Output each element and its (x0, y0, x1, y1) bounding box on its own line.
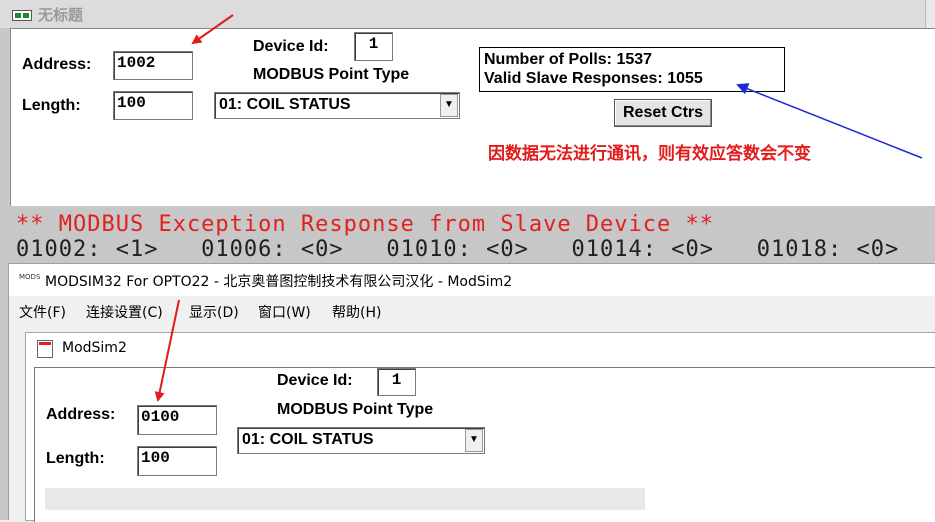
modsim-window: MODSIM MODSIM32 For OPTO22 - 北京奥普图控制技术有限… (8, 263, 935, 522)
modsim-device-id-label: Device Id: (277, 372, 353, 389)
menu-display[interactable]: 显示(D) (189, 302, 239, 322)
address-label: Address: (22, 56, 92, 73)
exception-message: ** MODBUS Exception Response from Slave … (16, 212, 715, 237)
point-type-value: 01: COIL STATUS (219, 96, 351, 113)
length-input[interactable]: 100 (113, 91, 193, 120)
modsim-point-type-select[interactable]: 01: COIL STATUS ▼ (237, 427, 485, 454)
modsim-point-type-label: MODBUS Point Type (277, 401, 434, 418)
dropdown-arrow-icon[interactable]: ▼ (440, 94, 458, 117)
modscan-window-title: 无标题 (38, 6, 84, 24)
data-display-area: ** MODBUS Exception Response from Slave … (10, 206, 935, 264)
data-area-strip (45, 488, 645, 510)
device-id-label: Device Id: (253, 38, 329, 55)
coil-values-row: 01002: <1> 01006: <0> 01010: <0> 01014: … (16, 237, 935, 262)
device-id-input[interactable]: 1 (354, 32, 393, 61)
address-input[interactable]: 1002 (113, 51, 193, 80)
modsim-point-type-value: 01: COIL STATUS (242, 431, 374, 448)
menu-help[interactable]: 帮助(H) (332, 302, 381, 322)
menu-connection[interactable]: 连接设置(C) (86, 302, 163, 322)
modsim-app-icon: MODSIM (19, 273, 41, 281)
poll-stats-box: Number of Polls: 1537 Valid Slave Respon… (479, 47, 785, 92)
document-icon (37, 340, 53, 358)
modsim-length-label: Length: (46, 450, 105, 467)
modsim-length-input[interactable]: 100 (137, 446, 217, 476)
point-type-label: MODBUS Point Type (253, 66, 410, 83)
dropdown-arrow-icon[interactable]: ▼ (465, 429, 483, 452)
modsim-titlebar[interactable]: MODSIM MODSIM32 For OPTO22 - 北京奥普图控制技术有限… (9, 264, 935, 296)
modsim-address-label: Address: (46, 406, 116, 423)
modsim-window-title: MODSIM32 For OPTO22 - 北京奥普图控制技术有限公司汉化 - … (45, 274, 513, 290)
modscan-titlebar[interactable]: 无标题 (0, 0, 935, 28)
modsim-document-window: ModSim2 Address: 0100 Length: 100 Device… (25, 332, 935, 522)
valid-slave-responses: Valid Slave Responses: 1055 (484, 70, 703, 87)
document-titlebar[interactable]: ModSim2 (26, 333, 935, 363)
reset-counters-button[interactable]: Reset Ctrs (614, 99, 712, 127)
length-label: Length: (22, 97, 81, 114)
number-of-polls: Number of Polls: 1537 (484, 51, 653, 68)
annotation-note: 因数据无法进行通讯，则有效应答数会不变 (488, 144, 811, 164)
modscan-settings-panel: Address: 1002 Length: 100 Device Id: 1 M… (10, 28, 935, 206)
menu-bar: 文件(F) 连接设置(C) 显示(D) 窗口(W) 帮助(H) (9, 296, 935, 324)
point-type-select[interactable]: 01: COIL STATUS ▼ (214, 92, 460, 119)
modscan-window-icon (12, 10, 32, 21)
modsim-settings-panel: Address: 0100 Length: 100 Device Id: 1 M… (34, 367, 935, 522)
document-title: ModSim2 (62, 340, 127, 356)
menu-window[interactable]: 窗口(W) (258, 302, 311, 322)
modsim-device-id-input[interactable]: 1 (377, 368, 416, 396)
menu-file[interactable]: 文件(F) (19, 302, 66, 322)
modsim-address-input[interactable]: 0100 (137, 405, 217, 435)
